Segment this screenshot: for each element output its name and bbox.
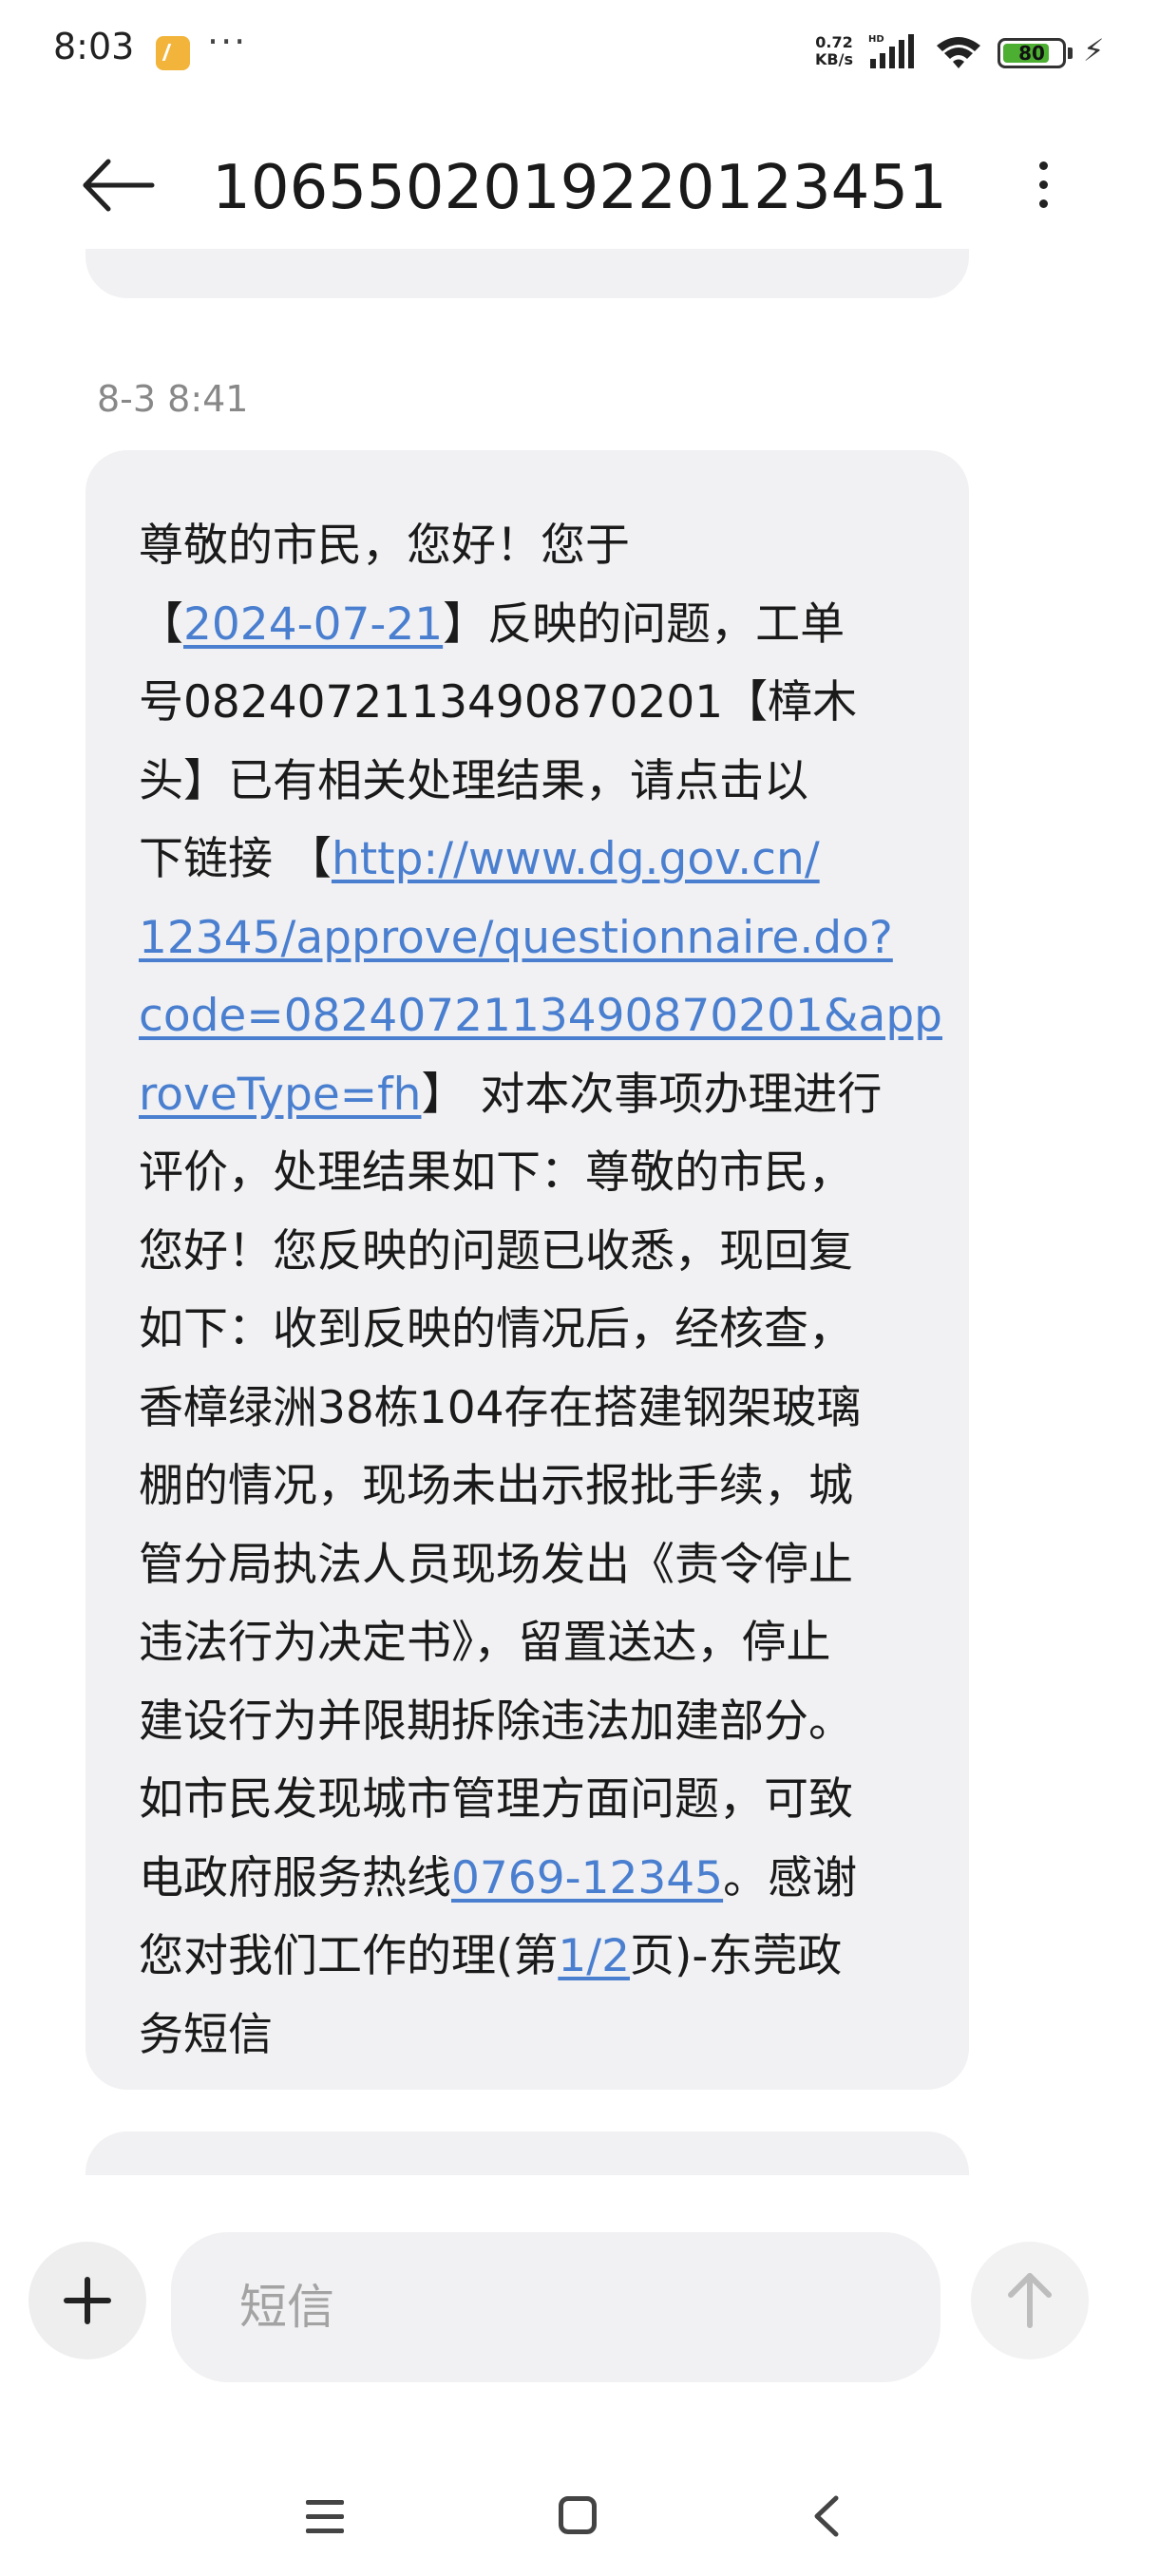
message-line: roveType=fh】 对本次事项办理进行	[139, 1056, 916, 1135]
message-line: 下链接 【http://www.dg.gov.cn/	[139, 821, 916, 900]
previous-message-bubble[interactable]	[86, 249, 969, 298]
message-line: 务短信	[139, 1997, 916, 2075]
charging-bolt-icon: ⚡	[1083, 32, 1105, 68]
wifi-icon	[937, 37, 980, 68]
message-link[interactable]: 12345/approve/questionnaire.do?	[139, 912, 893, 964]
message-text-segment: 电政府服务热线	[139, 1851, 451, 1904]
message-text-segment: 违法行为决定书》，留置送达，停止	[139, 1617, 831, 1669]
message-text-segment: 。感谢	[723, 1851, 858, 1904]
message-text: 尊敬的市民，您好！您于 【2024-07-21】反映的问题，工单 号08240721…	[139, 507, 942, 2075]
message-link[interactable]: 0769-12345	[451, 1852, 723, 1904]
message-line: 建设行为并限期拆除违法加建部分。	[139, 1683, 916, 1762]
more-options-icon[interactable]	[1016, 152, 1074, 218]
message-text-segment: 头】已有相关处理结果，请点击以	[139, 754, 808, 807]
message-line: 评价，处理结果如下：尊敬的市民，	[139, 1134, 916, 1213]
message-text-segment: 棚的情况，现场未出示报批手续，城	[139, 1460, 853, 1512]
message-text-segment: 您好！您反映的问题已收悉，现回复	[139, 1224, 853, 1278]
network-badge: HD	[868, 34, 884, 45]
message-line: 头】已有相关处理结果，请点击以	[139, 743, 916, 822]
message-link[interactable]: roveType=fh	[139, 1069, 421, 1121]
message-timestamp: 8-3 8:41	[97, 378, 249, 420]
message-text-segment: 建设行为并限期拆除违法加建部分。	[139, 1695, 853, 1748]
message-line: 12345/approve/questionnaire.do?	[139, 900, 916, 978]
system-navigation-bar	[0, 2451, 1159, 2576]
status-more-indicator: ···	[207, 21, 248, 63]
signal-icon: HD	[868, 34, 914, 68]
composer	[0, 2213, 1159, 2403]
message-text-segment: 】反映的问题，工单	[443, 597, 846, 651]
battery-level: 80	[1018, 42, 1045, 65]
sms-input[interactable]	[171, 2232, 940, 2382]
send-button[interactable]	[971, 2242, 1089, 2359]
message-bubble[interactable]: 尊敬的市民，您好！您于 【2024-07-21】反映的问题，工单 号08240721…	[86, 450, 969, 2090]
message-list[interactable]: 8-3 8:41 尊敬的市民，您好！您于 【2024-07-21】反映的问题，工单…	[0, 249, 1159, 2175]
contact-number-title: 1065502019220123451	[212, 153, 947, 223]
arrow-up-icon	[1008, 2273, 1052, 2328]
back-arrow-icon[interactable]	[76, 152, 162, 218]
message-link[interactable]: 1/2	[558, 1930, 630, 1982]
message-text-segment: 尊敬的市民，您好！您于	[139, 520, 630, 572]
message-line: 棚的情况，现场未出示报批手续，城	[139, 1448, 916, 1526]
message-line: 违法行为决定书》，留置送达，停止	[139, 1604, 916, 1683]
message-text-segment: 】 对本次事项办理进行	[421, 1068, 883, 1121]
network-speed: 0.72 KB/s	[815, 34, 853, 68]
menu-icon[interactable]	[302, 2496, 355, 2538]
message-link[interactable]: 2024-07-21	[183, 598, 443, 651]
message-text-segment: 务短信	[139, 2008, 273, 2061]
network-speed-unit: KB/s	[815, 50, 853, 68]
conversation-header: 1065502019220123451	[0, 123, 1159, 247]
message-text-segment: 管分局执法人员现场发出《责令停止	[139, 1538, 853, 1591]
message-line: 电政府服务热线0769-12345。感谢	[139, 1840, 916, 1919]
message-text-segment: 下链接 【	[139, 833, 332, 885]
battery-icon: 80	[998, 38, 1066, 68]
message-line: 尊敬的市民，您好！您于	[139, 507, 916, 586]
message-text-segment: 号0824072113490870201【樟木	[139, 676, 858, 729]
message-line: 管分局执法人员现场发出《责令停止	[139, 1526, 916, 1605]
status-bar: 8:03 ··· 0.72 KB/s HD 80 ⚡	[0, 0, 1159, 95]
message-text-segment: 如下：收到反映的情况后，经核查，	[139, 1303, 853, 1355]
message-line: 如市民发现城市管理方面问题，可致	[139, 1761, 916, 1840]
network-speed-value: 0.72	[815, 33, 853, 51]
message-line: 【2024-07-21】反映的问题，工单	[139, 586, 916, 665]
message-line: 您好！您反映的问题已收悉，现回复	[139, 1213, 916, 1292]
message-line: 如下：收到反映的情况后，经核查，	[139, 1291, 916, 1370]
message-line: 号0824072113490870201【樟木	[139, 664, 916, 743]
battery-tip	[1068, 47, 1073, 59]
message-link[interactable]: code=0824072113490870201&app	[139, 990, 942, 1042]
message-text-segment: 【	[139, 597, 183, 651]
next-message-bubble[interactable]	[86, 2131, 969, 2175]
message-text-segment: 如市民发现城市管理方面问题，可致	[139, 1773, 853, 1826]
message-line: 您对我们工作的理(第1/2页)-东莞政	[139, 1918, 916, 1997]
back-icon[interactable]	[804, 2492, 851, 2540]
message-line: code=0824072113490870201&app	[139, 977, 942, 1056]
message-text-segment: 香樟绿洲38栋104存在搭建钢架玻璃	[139, 1381, 862, 1434]
message-line: 香樟绿洲38栋104存在搭建钢架玻璃	[139, 1370, 916, 1449]
message-text-segment: 页)-东莞政	[629, 1930, 843, 1982]
message-link[interactable]: http://www.dg.gov.cn/	[332, 833, 820, 885]
message-text-segment: 您对我们工作的理(第	[139, 1930, 559, 1982]
notes-notification-icon	[156, 36, 190, 70]
home-icon[interactable]	[559, 2496, 597, 2534]
status-time: 8:03	[53, 26, 135, 67]
message-text-segment: 评价，处理结果如下：尊敬的市民，	[139, 1146, 853, 1199]
plus-icon[interactable]	[28, 2242, 146, 2359]
